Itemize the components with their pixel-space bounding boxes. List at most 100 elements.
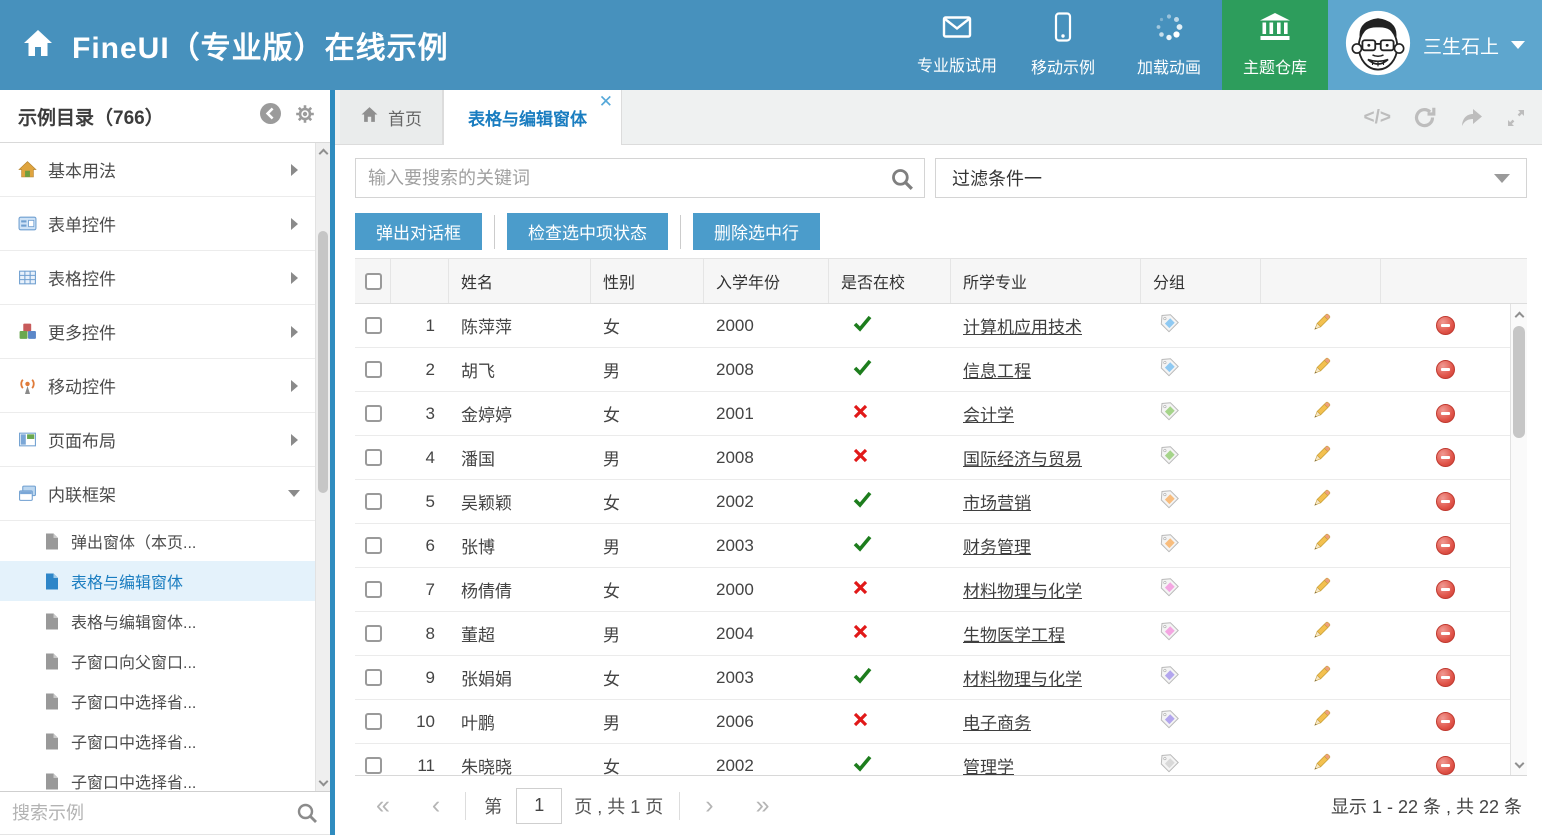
sidebar-scrollbar[interactable]	[315, 143, 330, 791]
sidebar-subitem[interactable]: 子窗口中选择省...	[0, 761, 330, 791]
collapse-circle-icon[interactable]	[259, 102, 282, 130]
open-dialog-button[interactable]: 弹出对话框	[355, 213, 482, 250]
major-link[interactable]: 计算机应用技术	[963, 313, 1082, 338]
edit-pencil-icon[interactable]	[1311, 313, 1331, 338]
select-all-checkbox[interactable]	[365, 273, 382, 290]
tab-home[interactable]: 首页	[340, 90, 443, 144]
file-icon	[45, 693, 59, 710]
edit-pencil-icon[interactable]	[1311, 533, 1331, 558]
nav-theme-repo[interactable]: 主题仓库	[1222, 0, 1328, 90]
delete-icon[interactable]	[1436, 756, 1455, 775]
next-page-icon[interactable]: ›	[705, 793, 713, 818]
major-link[interactable]: 市场营销	[963, 489, 1031, 514]
cell-gender: 女	[591, 313, 704, 338]
row-checkbox[interactable]	[365, 405, 382, 422]
search-icon[interactable]	[296, 802, 318, 829]
row-checkbox[interactable]	[365, 625, 382, 642]
scroll-up-icon[interactable]	[316, 143, 330, 159]
filter-dropdown[interactable]: 过滤条件一	[935, 158, 1527, 198]
sidebar-search-input[interactable]	[0, 792, 330, 834]
major-link[interactable]: 信息工程	[963, 357, 1031, 382]
major-link[interactable]: 材料物理与化学	[963, 577, 1082, 602]
sidebar-subitem[interactable]: 子窗口中选择省...	[0, 721, 330, 761]
edit-pencil-icon[interactable]	[1311, 621, 1331, 646]
major-link[interactable]: 材料物理与化学	[963, 665, 1082, 690]
delete-selected-button[interactable]: 删除选中行	[693, 213, 820, 250]
sidebar-subitem[interactable]: 弹出窗体（本页...	[0, 521, 330, 561]
refresh-icon[interactable]	[1413, 106, 1437, 129]
scrollbar-thumb[interactable]	[1513, 326, 1525, 438]
sidebar-subitem[interactable]: 表格与编辑窗体...	[0, 601, 330, 641]
row-checkbox[interactable]	[365, 581, 382, 598]
share-forward-icon[interactable]	[1459, 107, 1484, 128]
close-tab-icon[interactable]: ✕	[599, 93, 613, 110]
scroll-down-icon[interactable]	[316, 775, 330, 791]
edit-pencil-icon[interactable]	[1311, 665, 1331, 690]
scrollbar-thumb[interactable]	[318, 231, 328, 493]
delete-icon[interactable]	[1436, 360, 1455, 379]
delete-icon[interactable]	[1436, 580, 1455, 599]
page-number-input[interactable]	[516, 788, 562, 824]
edit-pencil-icon[interactable]	[1311, 445, 1331, 470]
delete-icon[interactable]	[1436, 536, 1455, 555]
major-link[interactable]: 电子商务	[963, 709, 1031, 734]
edit-pencil-icon[interactable]	[1311, 753, 1331, 775]
row-checkbox[interactable]	[365, 537, 382, 554]
tab-grid-edit-window[interactable]: 表格与编辑窗体 ✕	[443, 90, 622, 145]
major-link[interactable]: 国际经济与贸易	[963, 445, 1082, 470]
edit-pencil-icon[interactable]	[1311, 489, 1331, 514]
delete-icon[interactable]	[1436, 668, 1455, 687]
sidebar-subitem[interactable]: 子窗口向父窗口...	[0, 641, 330, 681]
last-page-icon[interactable]: »	[756, 793, 770, 818]
source-code-icon[interactable]: </>	[1364, 107, 1391, 129]
first-page-icon[interactable]: «	[376, 793, 390, 818]
delete-icon[interactable]	[1436, 404, 1455, 423]
row-checkbox[interactable]	[365, 757, 382, 774]
edit-pencil-icon[interactable]	[1311, 401, 1331, 426]
scroll-up-icon[interactable]	[1511, 306, 1527, 322]
delete-icon[interactable]	[1436, 316, 1455, 335]
gear-icon[interactable]	[294, 103, 316, 130]
scroll-down-icon[interactable]	[1511, 757, 1527, 773]
delete-icon[interactable]	[1436, 712, 1455, 731]
sidebar-item-table[interactable]: 表格控件	[0, 251, 330, 305]
sidebar-item-antenna[interactable]: 移动控件	[0, 359, 330, 413]
user-menu[interactable]: 三生石上	[1328, 0, 1542, 90]
cell-year: 2008	[704, 360, 829, 380]
delete-icon[interactable]	[1436, 448, 1455, 467]
expand-icon[interactable]	[1506, 108, 1526, 128]
nav-loading-anim[interactable]: 加载动画	[1116, 0, 1222, 90]
prev-page-icon[interactable]: ‹	[432, 793, 440, 818]
row-checkbox[interactable]	[365, 713, 382, 730]
major-link[interactable]: 生物医学工程	[963, 621, 1065, 646]
sidebar-item-frames[interactable]: 内联框架	[0, 467, 330, 521]
row-checkbox[interactable]	[365, 361, 382, 378]
major-link[interactable]: 会计学	[963, 401, 1014, 426]
delete-icon[interactable]	[1436, 492, 1455, 511]
row-checkbox[interactable]	[365, 493, 382, 510]
row-checkbox[interactable]	[365, 317, 382, 334]
sidebar-item-layout[interactable]: 页面布局	[0, 413, 330, 467]
cell-name: 胡飞	[449, 357, 591, 382]
major-link[interactable]: 管理学	[963, 753, 1014, 775]
sidebar-item-form[interactable]: 表单控件	[0, 197, 330, 251]
keyword-search-input[interactable]	[356, 159, 924, 197]
edit-pencil-icon[interactable]	[1311, 357, 1331, 382]
nav-trial[interactable]: 专业版试用	[904, 0, 1010, 90]
table-scrollbar[interactable]	[1510, 304, 1527, 775]
edit-pencil-icon[interactable]	[1311, 577, 1331, 602]
search-icon[interactable]	[890, 167, 914, 196]
row-checkbox[interactable]	[365, 449, 382, 466]
major-link[interactable]: 财务管理	[963, 533, 1031, 558]
sidebar-item-home[interactable]: 基本用法	[0, 143, 330, 197]
sidebar-item-cubes[interactable]: 更多控件	[0, 305, 330, 359]
nav-mobile-demo[interactable]: 移动示例	[1010, 0, 1116, 90]
sidebar-subitem[interactable]: 子窗口中选择省...	[0, 681, 330, 721]
check-selected-button[interactable]: 检查选中项状态	[507, 213, 668, 250]
tag-icon	[1159, 621, 1180, 647]
edit-pencil-icon[interactable]	[1311, 709, 1331, 734]
delete-icon[interactable]	[1436, 624, 1455, 643]
row-checkbox[interactable]	[365, 669, 382, 686]
cubes-icon	[18, 322, 37, 341]
sidebar-subitem[interactable]: 表格与编辑窗体	[0, 561, 330, 601]
